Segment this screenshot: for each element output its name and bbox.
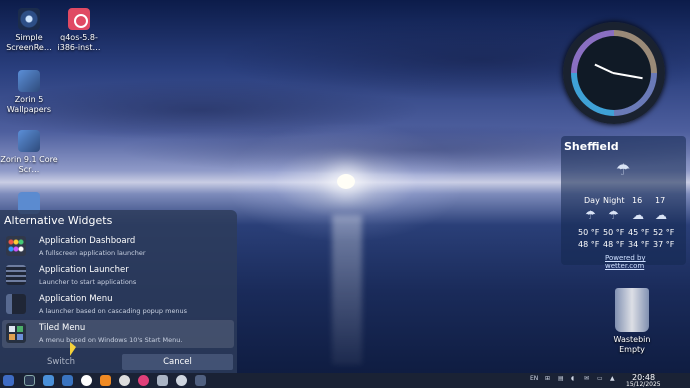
weather-city: Sheffield [564,140,619,153]
weather-header-day: Day [584,196,600,205]
trash-icon [615,288,649,332]
notifications-icon[interactable]: ✉ [584,375,589,382]
display-icon[interactable]: ▭ [597,375,603,382]
weather-temp: 37 °F [653,240,675,249]
network-icon[interactable]: ⊞ [545,375,550,382]
screen-recorder-icon [18,8,40,30]
widget-item-desc: A menu based on Windows 10's Start Menu. [39,336,183,344]
rain-cloud-icon: ☂ [616,160,631,179]
cloud-icon: ☁ [632,208,644,222]
weather-credit-link[interactable]: Powered by wetter.com [605,254,686,270]
start-menu-icon[interactable] [3,375,14,386]
software-center-icon[interactable] [100,375,111,386]
wastebin-status: Empty [619,345,645,354]
weather-temp: 52 °F [653,228,675,237]
desktop-icon-label: q4os-5.8-i386-inst… [57,33,101,52]
wastebin-label: Wastebin [613,335,651,344]
terminal-icon[interactable] [195,375,206,386]
package-icon [68,8,90,30]
panel-title: Alternative Widgets [4,214,113,227]
widget-item-name: Application Dashboard [39,236,136,246]
weather-temp: 45 °F [628,228,650,237]
tray-expand-icon[interactable]: ▲ [610,375,615,382]
desktop-icon-zorin5-wallpapers[interactable]: Zorin 5 Wallpapers [0,70,58,115]
weather-temp: 50 °F [578,228,600,237]
taskbar: EN ⊞ ▤ ◖ ✉ ▭ ▲ 20:48 15/12/2025 [0,373,690,388]
rain-cloud-icon: ☂ [608,208,619,222]
system-monitor-icon[interactable] [157,375,168,386]
widget-item-name: Application Menu [39,294,113,304]
search-icon[interactable] [81,375,92,386]
cloud-icon: ☁ [655,208,667,222]
desktop-icon-label: Zorin 5 Wallpapers [6,95,52,114]
widget-item-name: Tiled Menu [39,323,86,333]
launcher-icon [6,265,26,285]
analog-clock-widget[interactable] [563,22,665,124]
weather-header-17: 17 [655,196,666,205]
widget-item-desc: A fullscreen application launcher [39,249,146,257]
weather-temp: 50 °F [603,228,625,237]
wallpaper-sun [337,174,355,189]
weather-widget[interactable]: Sheffield ☂ Day Night 16 17 ☂ ☂ ☁ ☁ 50 °… [561,136,686,270]
switch-button[interactable]: Switch [2,354,120,370]
weather-header-night: Night [603,196,625,205]
settings-icon[interactable] [119,375,130,386]
clock-icon[interactable] [176,375,187,386]
keyboard-layout[interactable]: EN [530,375,538,382]
widget-item-desc: Launcher to start applications [39,278,137,286]
image-folder-icon [18,130,40,152]
media-player-icon[interactable] [138,375,149,386]
menu-icon [6,294,26,314]
alternative-widgets-panel: Alternative Widgets Application Dashboar… [0,210,237,373]
weather-temp: 48 °F [603,240,625,249]
widget-item-name: Application Launcher [39,265,129,275]
show-desktop-icon[interactable] [24,375,35,386]
cancel-button[interactable]: Cancel [122,354,233,370]
widget-item-application-dashboard[interactable]: Application Dashboard A fullscreen appli… [2,233,234,261]
weather-temp: 34 °F [628,240,650,249]
image-folder-icon [18,70,40,92]
widget-item-application-launcher[interactable]: Application Launcher Launcher to start a… [2,262,234,290]
mouse-cursor-icon [70,342,76,356]
desktop-icon-q4os-installer[interactable]: q4os-5.8-i386-inst… [50,8,108,53]
widget-item-application-menu[interactable]: Application Menu A launcher based on cas… [2,291,234,319]
taskbar-date[interactable]: 15/12/2025 [626,381,661,388]
desktop-icon-label: Zorin 9.1 Core Scr… [0,155,58,174]
desktop-icon-zorin9-core[interactable]: Zorin 9.1 Core Scr… [0,130,58,175]
dashboard-icon [6,236,26,256]
wallpaper-reflection [332,215,362,365]
tiled-menu-icon [6,323,26,343]
desktop-icon-wastebin[interactable]: Wastebin Empty [608,288,656,355]
file-manager-icon[interactable] [43,375,54,386]
clipboard-icon[interactable]: ▤ [558,375,564,382]
volume-icon[interactable]: ◖ [571,375,574,382]
weather-temp: 48 °F [578,240,600,249]
widget-item-desc: A launcher based on cascading popup menu… [39,307,188,315]
widget-item-tiled-menu[interactable]: Tiled Menu A menu based on Windows 10's … [2,320,234,348]
folder-icon[interactable] [62,375,73,386]
weather-header-16: 16 [632,196,643,205]
rain-cloud-icon: ☂ [585,208,596,222]
